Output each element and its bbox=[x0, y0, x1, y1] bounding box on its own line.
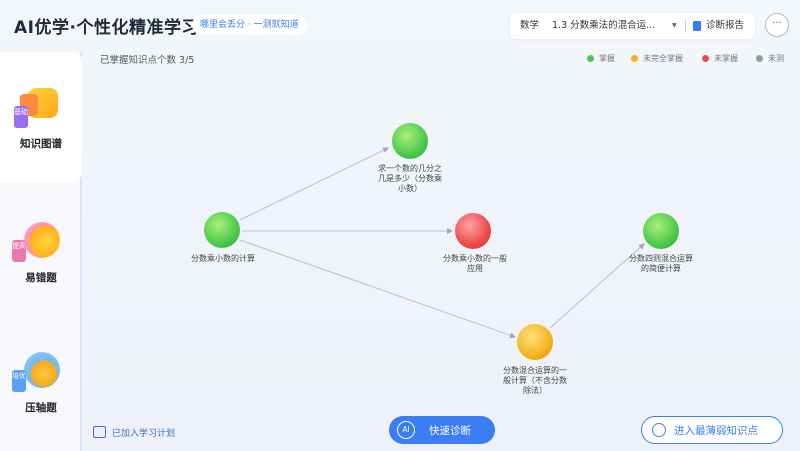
legend-dot bbox=[631, 55, 638, 62]
node-label: 分数混合运算的一般计算（不含分数除法） bbox=[503, 366, 567, 395]
refresh-icon bbox=[652, 423, 666, 437]
node-label: 分数四则混合运算的简便计算 bbox=[629, 254, 693, 273]
header: AI优学·个性化精准学习 哪里会丢分 · 一测就知道 数学 1.3 分数乘法的混… bbox=[0, 0, 800, 52]
legend-dot bbox=[587, 55, 594, 62]
quick-diagnosis-button[interactable]: AI 快速诊断 bbox=[389, 416, 495, 444]
node-mastered[interactable] bbox=[204, 212, 240, 248]
ai-icon: AI bbox=[397, 421, 415, 439]
calendar-icon bbox=[93, 426, 106, 438]
node-mastered[interactable] bbox=[392, 123, 428, 159]
tag-advanced: 提高 bbox=[12, 240, 26, 262]
slogan-badge: 哪里会丢分 · 一测就知道 bbox=[192, 15, 307, 35]
sidebar-item-challenge[interactable]: 培优 压轴题 bbox=[0, 344, 82, 424]
divider bbox=[685, 20, 686, 32]
knowledge-graph-edges bbox=[239, 147, 645, 339]
subject-label: 数学 bbox=[520, 20, 540, 31]
node-mastered[interactable] bbox=[643, 213, 679, 249]
sidebar-item-knowledge-map[interactable]: 基础 知识图谱 bbox=[0, 52, 82, 182]
sidebar-item-error-prone[interactable]: 提高 易错题 bbox=[0, 212, 82, 292]
node-partial[interactable] bbox=[517, 324, 553, 360]
node-unmastered[interactable] bbox=[455, 213, 491, 249]
star-icon bbox=[24, 222, 60, 258]
study-plan-label: 已加入学习计划 bbox=[112, 429, 176, 439]
enter-weakest-label: 进入最薄弱知识点 bbox=[674, 425, 758, 437]
tag-basic: 基础 bbox=[14, 106, 28, 128]
diagnosis-report-button[interactable]: 诊断报告 bbox=[706, 13, 744, 39]
sidebar: 基础 知识图谱 提高 易错题 培优 压轴题 bbox=[0, 52, 82, 451]
legend-dot bbox=[756, 55, 763, 62]
node-label: 分数乘小数的计算 bbox=[191, 254, 255, 263]
legend-dot bbox=[702, 55, 709, 62]
node-label: 分数乘小数的一般应用 bbox=[443, 254, 507, 273]
sidebar-item-label: 压轴题 bbox=[25, 402, 57, 414]
document-icon[interactable] bbox=[693, 21, 701, 31]
tag-excellence: 培优 bbox=[12, 370, 26, 392]
edge bbox=[239, 147, 389, 221]
sidebar-item-label: 知识图谱 bbox=[20, 138, 62, 150]
shield-icon bbox=[24, 352, 60, 388]
legend-label: 掌握 bbox=[599, 54, 615, 63]
quick-diagnosis-label: 快速诊断 bbox=[429, 425, 471, 437]
app-title: AI优学·个性化精准学习 bbox=[14, 18, 199, 38]
legend-label: 未测 bbox=[768, 54, 784, 63]
chevron-down-icon[interactable]: ▾ bbox=[672, 13, 677, 39]
enter-weakest-point-button[interactable]: 进入最薄弱知识点 bbox=[641, 416, 783, 444]
mastered-count: 已掌握知识点个数 3/5 bbox=[100, 55, 195, 66]
node-label: 求一个数的几分之几是多少（分数乘小数） bbox=[378, 164, 442, 193]
legend-label: 未完全掌握 bbox=[643, 54, 683, 63]
sidebar-item-label: 易错题 bbox=[25, 272, 57, 284]
topic-dropdown[interactable]: 1.3 分数乘法的混合运... bbox=[552, 13, 682, 39]
subject-selector[interactable]: 数学 1.3 分数乘法的混合运... ▾ 诊断报告 bbox=[510, 13, 755, 39]
more-options-button[interactable]: ··· bbox=[765, 13, 789, 37]
legend-label: 未掌握 bbox=[714, 54, 738, 63]
